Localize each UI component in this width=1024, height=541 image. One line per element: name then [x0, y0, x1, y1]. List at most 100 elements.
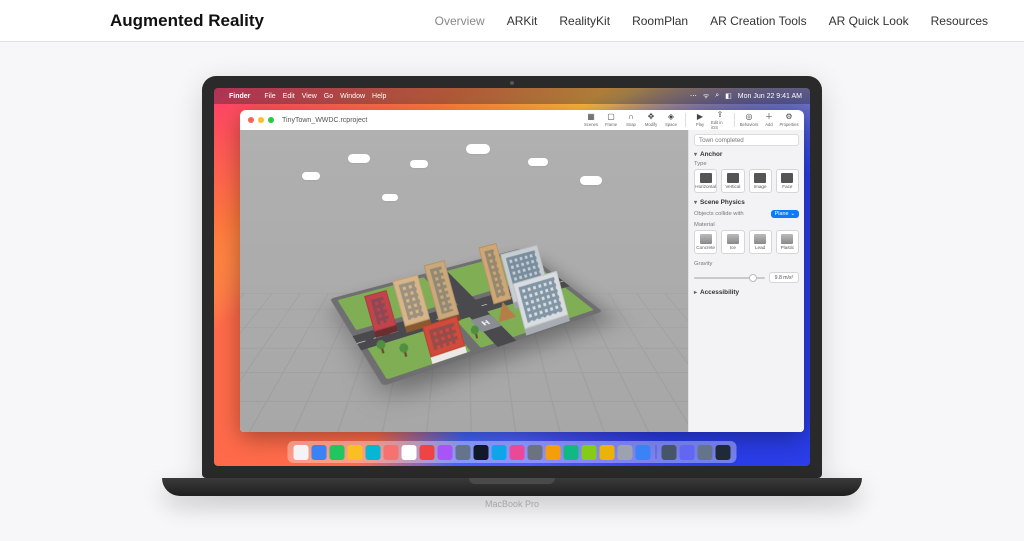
- dock-app-3[interactable]: [348, 445, 363, 460]
- menu-file[interactable]: File: [264, 93, 275, 100]
- toolbar-space[interactable]: ◈Space: [662, 112, 680, 129]
- window-title: TinyTown_WWDC.rcproject: [282, 117, 367, 124]
- menu-edit[interactable]: Edit: [283, 93, 295, 100]
- face-icon: [781, 173, 793, 183]
- zoom-icon[interactable]: [268, 117, 274, 123]
- dock-app-5[interactable]: [384, 445, 399, 460]
- toolbar-modify[interactable]: ✥Modify: [642, 112, 660, 129]
- nav-ar-creation-tools[interactable]: AR Creation Tools: [710, 14, 807, 28]
- dock-app-18[interactable]: [618, 445, 633, 460]
- section-anchor[interactable]: Anchor: [694, 151, 799, 158]
- menubar-app-name[interactable]: Finder: [229, 93, 250, 100]
- wifi-icon[interactable]: ᯤ: [703, 92, 709, 101]
- dock-app-17[interactable]: [600, 445, 615, 460]
- dock-app-8[interactable]: [438, 445, 453, 460]
- macbook: Finder FileEditViewGoWindowHelp ⋯ ᯤ ⌕ ◧ …: [162, 76, 862, 509]
- status-field[interactable]: Town completed: [694, 134, 799, 146]
- modify-icon: ✥: [648, 113, 655, 121]
- window-titlebar: TinyTown_WWDC.rcproject ▦Scenes▢Frame∩Sn…: [240, 110, 804, 130]
- edit in ios-icon: ⇪: [717, 111, 724, 119]
- dock-app-10[interactable]: [474, 445, 489, 460]
- dock-app-1[interactable]: [312, 445, 327, 460]
- dock-separator: [656, 445, 657, 459]
- gravity-value[interactable]: 9.8 m/s²: [769, 272, 799, 283]
- control-center-icon[interactable]: ◧: [725, 92, 732, 100]
- close-icon[interactable]: [248, 117, 254, 123]
- macbook-base: [162, 478, 862, 496]
- toolbar-add[interactable]: ＋Add: [760, 112, 778, 129]
- label-type: Type: [694, 161, 799, 167]
- frame-icon: ▢: [607, 113, 615, 121]
- slider-knob[interactable]: [749, 274, 757, 282]
- material-concrete[interactable]: Concrete: [694, 230, 717, 254]
- inspector-panel: Town completed Anchor Type HorizontalVer…: [688, 130, 804, 432]
- toolbar-edit-in-ios[interactable]: ⇪Edit in iOS: [711, 112, 729, 129]
- dock-app-0[interactable]: [294, 445, 309, 460]
- dock-app-4[interactable]: [366, 445, 381, 460]
- dock-app-14[interactable]: [546, 445, 561, 460]
- dock-app-16[interactable]: [582, 445, 597, 460]
- section-accessibility[interactable]: Accessibility: [694, 289, 799, 296]
- dock-app-9[interactable]: [456, 445, 471, 460]
- dock-app-22[interactable]: [698, 445, 713, 460]
- horizontal-icon: [700, 173, 712, 183]
- vertical-icon: [727, 173, 739, 183]
- anchor-type-face[interactable]: Face: [776, 169, 799, 193]
- anchor-type-horizontal[interactable]: Horizontal: [694, 169, 717, 193]
- dock-app-15[interactable]: [564, 445, 579, 460]
- material-ice[interactable]: Ice: [721, 230, 744, 254]
- toolbar-snap[interactable]: ∩Snap: [622, 112, 640, 129]
- menu-go[interactable]: Go: [324, 93, 333, 100]
- dock-app-20[interactable]: [662, 445, 677, 460]
- anchor-type-tiles: HorizontalVerticalImageFace: [694, 169, 799, 193]
- dock-app-13[interactable]: [528, 445, 543, 460]
- dock-app-6[interactable]: [402, 445, 417, 460]
- hero-stage: Finder FileEditViewGoWindowHelp ⋯ ᯤ ⌕ ◧ …: [0, 42, 1024, 541]
- anchor-type-image[interactable]: Image: [749, 169, 772, 193]
- label-collide: Objects collide with: [694, 211, 744, 217]
- macbook-lid: Finder FileEditViewGoWindowHelp ⋯ ᯤ ⌕ ◧ …: [202, 76, 822, 478]
- collide-select[interactable]: Plane⌄: [771, 210, 799, 218]
- menubar-left: Finder File Edit View Go Window Help: [222, 93, 386, 100]
- dock-app-11[interactable]: [492, 445, 507, 460]
- menu-view[interactable]: View: [302, 93, 317, 100]
- label-gravity: Gravity: [694, 261, 712, 267]
- search-icon[interactable]: ⌕: [715, 92, 719, 100]
- minimize-icon[interactable]: [258, 117, 264, 123]
- nav-realitykit[interactable]: RealityKit: [559, 14, 610, 28]
- nav-overview[interactable]: Overview: [435, 14, 485, 28]
- add-icon: ＋: [765, 113, 773, 121]
- menu-window[interactable]: Window: [340, 93, 365, 100]
- menubar-clock[interactable]: Mon Jun 22 9:41 AM: [738, 93, 802, 100]
- bullets-icon[interactable]: ⋯: [690, 92, 697, 100]
- gravity-slider[interactable]: [694, 277, 765, 279]
- chevrons-icon: ⌄: [790, 211, 795, 217]
- nav-resources[interactable]: Resources: [931, 14, 988, 28]
- window-toolbar: ▦Scenes▢Frame∩Snap✥Modify◈Space ▶Play⇪Edi…: [582, 111, 798, 129]
- material-tiles: ConcreteIceLeadPlastic: [694, 230, 799, 254]
- section-physics[interactable]: Scene Physics: [694, 199, 799, 206]
- material-lead[interactable]: Lead: [749, 230, 772, 254]
- plastic-icon: [781, 234, 793, 244]
- nav-ar-quick-look[interactable]: AR Quick Look: [829, 14, 909, 28]
- toolbar-play[interactable]: ▶Play: [691, 112, 709, 129]
- dock-app-7[interactable]: [420, 445, 435, 460]
- dock-app-19[interactable]: [636, 445, 651, 460]
- nav-roomplan[interactable]: RoomPlan: [632, 14, 688, 28]
- dock-app-12[interactable]: [510, 445, 525, 460]
- toolbar-behaviors[interactable]: ◎Behaviors: [740, 112, 758, 129]
- toolbar-properties[interactable]: ⚙Properties: [780, 112, 798, 129]
- macbook-screen: Finder FileEditViewGoWindowHelp ⋯ ᯤ ⌕ ◧ …: [214, 88, 810, 466]
- menu-help[interactable]: Help: [372, 93, 386, 100]
- properties-icon: ⚙: [785, 113, 792, 121]
- toolbar-frame[interactable]: ▢Frame: [602, 112, 620, 129]
- material-plastic[interactable]: Plastic: [776, 230, 799, 254]
- dock-app-2[interactable]: [330, 445, 345, 460]
- anchor-type-vertical[interactable]: Vertical: [721, 169, 744, 193]
- dock-app-23[interactable]: [716, 445, 731, 460]
- viewport-3d[interactable]: H: [240, 130, 688, 432]
- toolbar-scenes[interactable]: ▦Scenes: [582, 112, 600, 129]
- traffic-lights: [248, 117, 274, 123]
- nav-arkit[interactable]: ARKit: [507, 14, 538, 28]
- dock-app-21[interactable]: [680, 445, 695, 460]
